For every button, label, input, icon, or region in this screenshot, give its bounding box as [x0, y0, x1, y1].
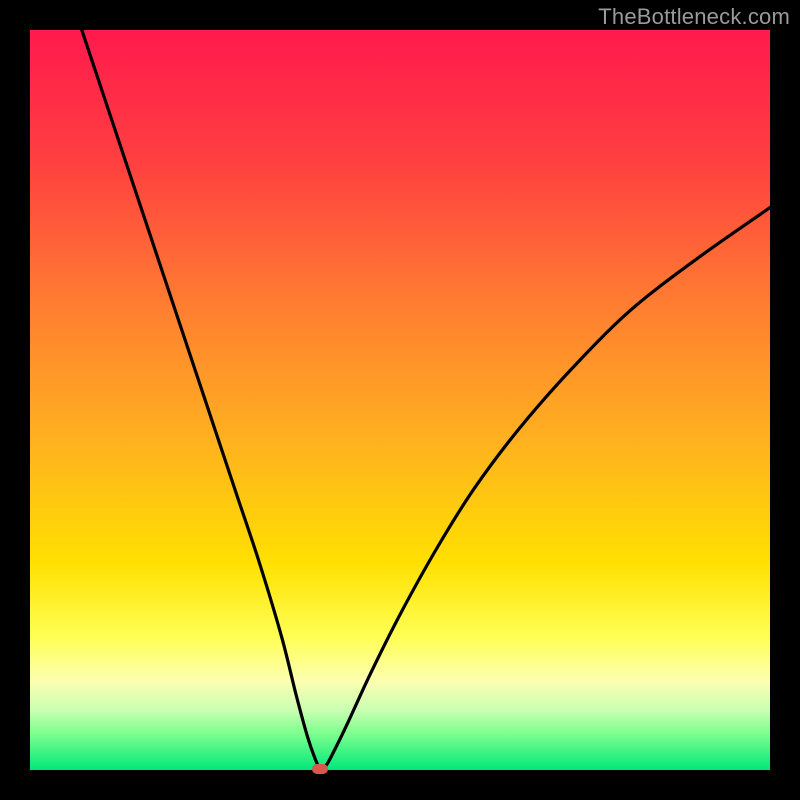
- chart-frame: TheBottleneck.com: [0, 0, 800, 800]
- minimum-marker: [312, 764, 328, 774]
- watermark-text: TheBottleneck.com: [598, 4, 790, 30]
- bottleneck-curve: [30, 30, 770, 770]
- plot-area: [30, 30, 770, 770]
